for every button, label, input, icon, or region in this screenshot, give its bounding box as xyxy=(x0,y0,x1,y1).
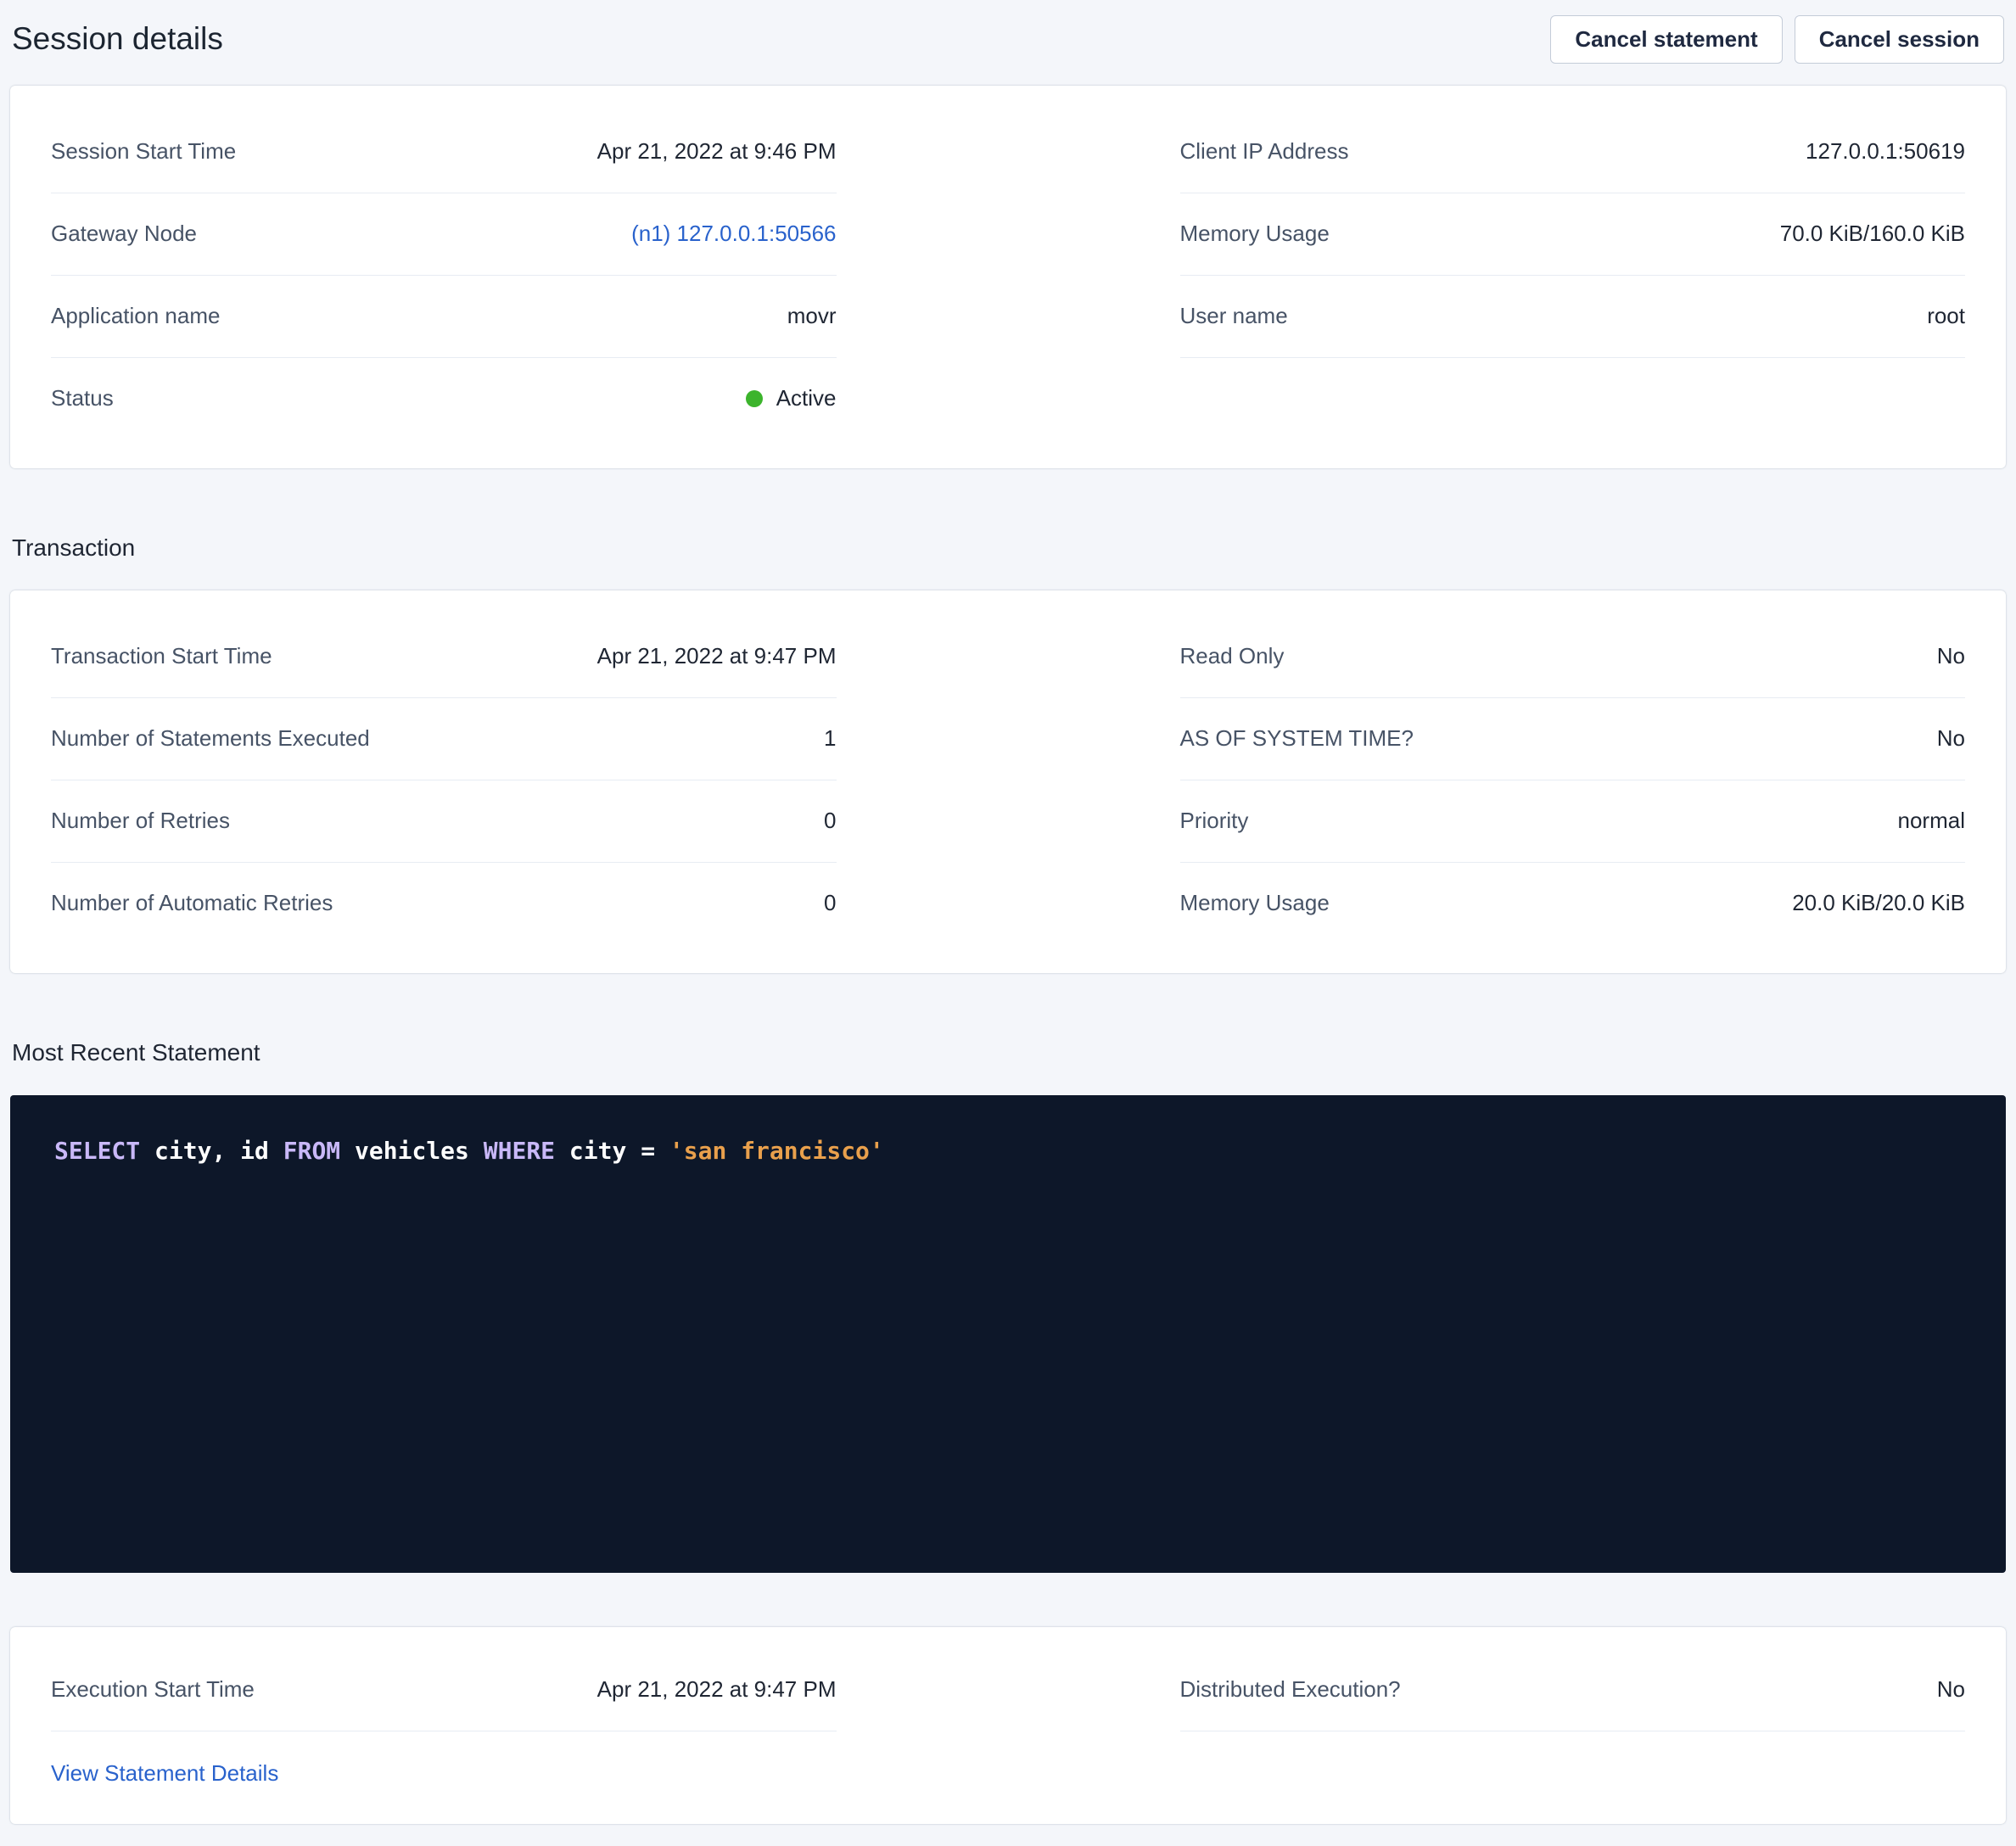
execution-start-time-label: Execution Start Time xyxy=(51,1676,255,1703)
user-name-row: User name root xyxy=(1180,276,1966,358)
transaction-memory-usage-value: 20.0 KiB/20.0 KiB xyxy=(1792,890,1965,916)
sql-string-literal: 'san francisco' xyxy=(669,1137,884,1165)
statements-executed-row: Number of Statements Executed 1 xyxy=(51,698,837,780)
session-memory-usage-row: Memory Usage 70.0 KiB/160.0 KiB xyxy=(1180,193,1966,276)
cancel-session-button[interactable]: Cancel session xyxy=(1795,15,2004,64)
transaction-heading: Transaction xyxy=(12,534,2004,562)
transaction-memory-usage-label: Memory Usage xyxy=(1180,890,1330,916)
as-of-system-time-row: AS OF SYSTEM TIME? No xyxy=(1180,698,1966,780)
client-ip-row: Client IP Address 127.0.0.1:50619 xyxy=(1180,111,1966,193)
status-label: Status xyxy=(51,385,114,411)
execution-start-time-row: Execution Start Time Apr 21, 2022 at 9:4… xyxy=(51,1649,837,1731)
client-ip-value: 127.0.0.1:50619 xyxy=(1806,138,1965,165)
statements-executed-label: Number of Statements Executed xyxy=(51,725,370,752)
number-of-retries-value: 0 xyxy=(824,808,836,834)
session-start-time-label: Session Start Time xyxy=(51,138,236,165)
transaction-start-time-row: Transaction Start Time Apr 21, 2022 at 9… xyxy=(51,616,837,698)
transaction-memory-usage-row: Memory Usage 20.0 KiB/20.0 KiB xyxy=(1180,863,1966,944)
as-of-system-time-label: AS OF SYSTEM TIME? xyxy=(1180,725,1414,752)
distributed-execution-label: Distributed Execution? xyxy=(1180,1676,1401,1703)
gateway-node-row: Gateway Node (n1) 127.0.0.1:50566 xyxy=(51,193,837,276)
sql-statement-box: SELECT city, id FROM vehicles WHERE city… xyxy=(10,1095,2006,1573)
execution-card: Execution Start Time Apr 21, 2022 at 9:4… xyxy=(10,1627,2006,1824)
application-name-row: Application name movr xyxy=(51,276,837,358)
application-name-label: Application name xyxy=(51,303,220,329)
active-status-dot-icon xyxy=(746,390,763,407)
session-memory-usage-value: 70.0 KiB/160.0 KiB xyxy=(1780,221,1965,247)
automatic-retries-value: 0 xyxy=(824,890,836,916)
status-value: Active xyxy=(746,385,837,411)
read-only-row: Read Only No xyxy=(1180,616,1966,698)
gateway-node-label: Gateway Node xyxy=(51,221,197,247)
distributed-execution-value: No xyxy=(1937,1676,1965,1703)
number-of-retries-row: Number of Retries 0 xyxy=(51,780,837,863)
sql-condition: city = xyxy=(555,1137,669,1165)
status-row: Status Active xyxy=(51,358,837,439)
sql-columns: city, id xyxy=(140,1137,283,1165)
number-of-retries-label: Number of Retries xyxy=(51,808,230,834)
execution-right-column: Distributed Execution? No xyxy=(1180,1649,1966,1787)
statements-executed-value: 1 xyxy=(824,725,836,752)
application-name-value: movr xyxy=(787,303,837,329)
transaction-card: Transaction Start Time Apr 21, 2022 at 9… xyxy=(10,590,2006,973)
priority-label: Priority xyxy=(1180,808,1249,834)
priority-row: Priority normal xyxy=(1180,780,1966,863)
sql-statement: SELECT city, id FROM vehicles WHERE city… xyxy=(54,1134,1962,1167)
view-statement-details-link[interactable]: View Statement Details xyxy=(51,1760,278,1787)
user-name-label: User name xyxy=(1180,303,1288,329)
as-of-system-time-value: No xyxy=(1937,725,1965,752)
transaction-start-time-label: Transaction Start Time xyxy=(51,643,272,669)
session-start-time-value: Apr 21, 2022 at 9:46 PM xyxy=(597,138,837,165)
transaction-start-time-value: Apr 21, 2022 at 9:47 PM xyxy=(597,643,837,669)
status-text: Active xyxy=(776,385,837,411)
sql-keyword-select: SELECT xyxy=(54,1137,140,1165)
sql-keyword-from: FROM xyxy=(283,1137,340,1165)
automatic-retries-row: Number of Automatic Retries 0 xyxy=(51,863,837,944)
page-title: Session details xyxy=(12,21,223,57)
execution-start-time-value: Apr 21, 2022 at 9:47 PM xyxy=(597,1676,837,1703)
session-start-time-row: Session Start Time Apr 21, 2022 at 9:46 … xyxy=(51,111,837,193)
transaction-left-column: Transaction Start Time Apr 21, 2022 at 9… xyxy=(51,616,837,944)
client-ip-label: Client IP Address xyxy=(1180,138,1349,165)
most-recent-statement-heading: Most Recent Statement xyxy=(12,1039,2004,1066)
priority-value: normal xyxy=(1898,808,1965,834)
session-summary-left-column: Session Start Time Apr 21, 2022 at 9:46 … xyxy=(51,111,837,439)
read-only-value: No xyxy=(1937,643,1965,669)
transaction-right-column: Read Only No AS OF SYSTEM TIME? No Prior… xyxy=(1180,616,1966,944)
page-header: Session details Cancel statement Cancel … xyxy=(0,0,2016,86)
cancel-statement-button[interactable]: Cancel statement xyxy=(1550,15,1782,64)
session-memory-usage-label: Memory Usage xyxy=(1180,221,1330,247)
distributed-execution-row: Distributed Execution? No xyxy=(1180,1649,1966,1731)
session-summary-card: Session Start Time Apr 21, 2022 at 9:46 … xyxy=(10,86,2006,468)
execution-left-column: Execution Start Time Apr 21, 2022 at 9:4… xyxy=(51,1649,837,1787)
automatic-retries-label: Number of Automatic Retries xyxy=(51,890,333,916)
sql-keyword-where: WHERE xyxy=(484,1137,555,1165)
gateway-node-link[interactable]: (n1) 127.0.0.1:50566 xyxy=(631,221,836,247)
header-actions: Cancel statement Cancel session xyxy=(1550,15,2004,64)
read-only-label: Read Only xyxy=(1180,643,1285,669)
session-summary-right-column: Client IP Address 127.0.0.1:50619 Memory… xyxy=(1180,111,1966,439)
sql-table: vehicles xyxy=(340,1137,484,1165)
user-name-value: root xyxy=(1927,303,1965,329)
